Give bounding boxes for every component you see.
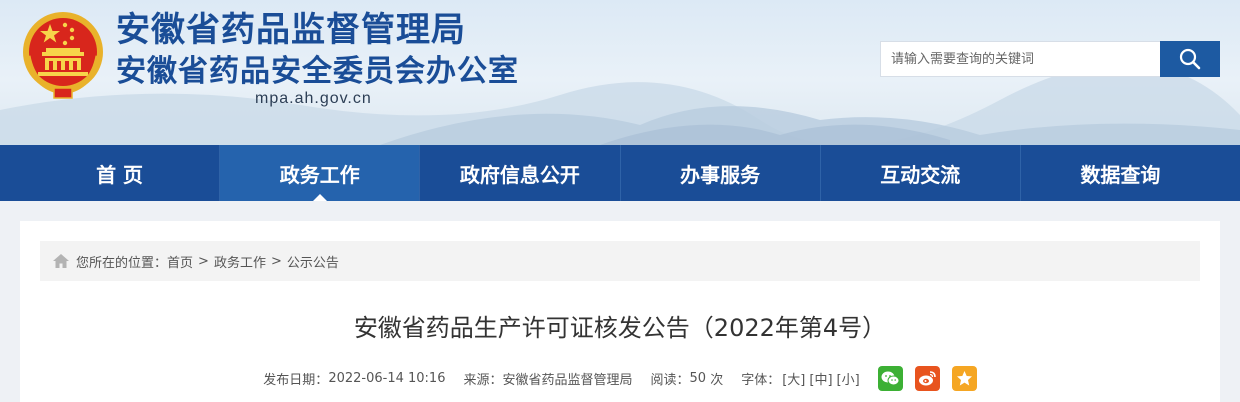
article-title: 安徽省药品生产许可证核发公告（2022年第4号） [353,314,887,342]
search-button[interactable] [1160,41,1220,77]
font-size-label: 字体： [741,372,781,388]
font-size-medium-button[interactable]: [中] [809,369,832,388]
share-wechat-button[interactable] [877,365,903,391]
wechat-icon [881,371,900,385]
nav-item-information-disclosure[interactable]: 政府信息公开 [420,145,621,201]
breadcrumb-separator: > [198,253,209,269]
favorite-button[interactable] [951,365,977,391]
site-subtitle: 安徽省药品安全委员会办公室 [116,54,519,89]
nav-item-government-work[interactable]: 政务工作 [220,145,421,201]
favorite-star-icon [956,370,972,385]
breadcrumb-link-government-work[interactable]: 政务工作 [214,252,266,271]
views-unit: 次 [710,372,724,388]
publish-date-label: 发布日期： [263,372,329,388]
site-title: 安徽省药品监督管理局 [116,10,466,50]
breadcrumb-link-announcements[interactable]: 公示公告 [287,252,339,271]
font-size-large-button[interactable]: [大] [782,369,805,388]
share-weibo-button[interactable] [914,365,940,391]
search-input[interactable] [881,42,1160,76]
national-emblem-logo [23,12,103,99]
weibo-icon [918,370,936,385]
search-icon [1179,48,1201,70]
main-content: 您所在的位置： 首页 > 政务工作 > 公示公告 安徽省药品生产许可证核发公告（… [20,221,1220,402]
views-count: 50 [689,370,707,386]
nav-item-home[interactable]: 首 页 [20,145,221,201]
nav-item-data-query[interactable]: 数据查询 [1021,145,1220,201]
nav-item-services[interactable]: 办事服务 [621,145,821,201]
search-bar [880,41,1220,77]
home-icon [53,254,69,268]
font-size-small-button[interactable]: [小] [837,369,860,388]
views-label: 阅读： [650,372,690,388]
main-navigation: 首 页 政务工作 政府信息公开 办事服务 互动交流 数据查询 [0,145,1240,201]
source-value: 安徽省药品监督管理局 [502,372,633,388]
breadcrumb-prefix: 您所在的位置： [76,255,168,271]
publish-date: 2022-06-14 10:16 [328,370,446,386]
breadcrumb: 您所在的位置： 首页 > 政务工作 > 公示公告 [40,241,1200,281]
breadcrumb-link-home[interactable]: 首页 [167,252,193,271]
site-domain: mpa.ah.gov.cn [255,90,372,107]
breadcrumb-separator: > [270,253,282,269]
source-label: 来源： [463,372,503,388]
nav-item-interaction[interactable]: 互动交流 [821,145,1021,201]
site-header: 安徽省药品监督管理局 安徽省药品安全委员会办公室 mpa.ah.gov.cn [0,0,1240,145]
article-meta: 发布日期： 2022-06-14 10:16 来源： 安徽省药品监督管理局 阅读… [20,365,1220,391]
